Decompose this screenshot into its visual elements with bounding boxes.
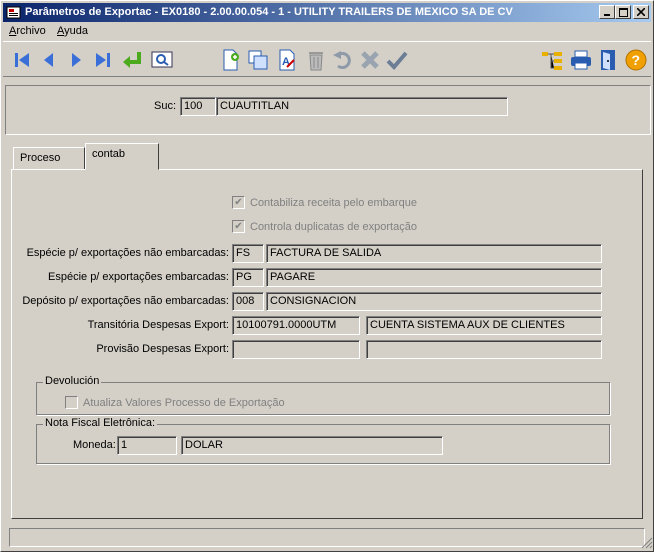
checkbox-checked-icon: ✔ — [232, 220, 245, 233]
print-button[interactable] — [568, 48, 594, 72]
close-icon — [637, 8, 645, 16]
search-icon — [151, 51, 173, 68]
undo-button[interactable] — [330, 48, 356, 72]
undo-icon — [333, 51, 351, 69]
deposito-nao-embarcadas-code[interactable]: 008 — [232, 292, 264, 311]
transitoria-despesas-label: Transitória Despesas Export: — [87, 319, 229, 331]
chk-atualiza-valores-label: Atualiza Valores Processo de Exportação — [83, 396, 285, 409]
deposito-nao-embarcadas-desc: CONSIGNACION — [266, 292, 602, 311]
moneda-label: Moneda: — [73, 439, 116, 451]
tree-button[interactable] — [539, 48, 565, 72]
minimize-button[interactable] — [599, 5, 615, 19]
delete-record-button[interactable] — [303, 48, 329, 72]
window-title: Parâmetros de Exportac - EX0180 - 2.00.0… — [25, 6, 513, 18]
tab-proceso[interactable]: Proceso — [13, 147, 85, 169]
goto-icon — [123, 52, 141, 68]
maximize-icon — [618, 7, 628, 17]
goto-button[interactable] — [119, 48, 145, 72]
resize-grip-icon[interactable] — [641, 537, 653, 549]
search-button[interactable] — [149, 48, 175, 72]
especie-embarcadas-label: Espécie p/ exportações embarcadas: — [48, 271, 229, 283]
provisao-despesas-desc — [366, 340, 602, 359]
first-record-button[interactable] — [9, 48, 35, 72]
maximize-button[interactable] — [615, 5, 631, 19]
chk-controla-duplicatas-label: Controla duplicatas de exportação — [250, 220, 417, 233]
copy-icon — [248, 50, 268, 70]
menu-archivo[interactable]: Archivo — [9, 25, 46, 37]
contab-tab-panel: ✔ Contabiliza receita pelo embarque ✔ Co… — [11, 169, 643, 519]
new-icon — [223, 49, 239, 71]
minimize-icon — [604, 14, 610, 16]
especie-nao-embarcadas-label: Espécie p/ exportações não embarcadas: — [26, 247, 229, 259]
exit-icon — [601, 50, 615, 70]
help-button[interactable]: ? — [623, 48, 649, 72]
close-button[interactable] — [633, 5, 649, 19]
suc-code-field[interactable]: 100 — [180, 97, 216, 116]
deposito-nao-embarcadas-label: Depósito p/ exportações não embarcadas: — [22, 295, 229, 307]
provisao-despesas-code[interactable] — [232, 340, 360, 359]
cancel-icon — [361, 51, 379, 69]
chk-controla-duplicatas[interactable]: ✔ Controla duplicatas de exportação — [232, 220, 417, 233]
checkbox-checked-icon: ✔ — [232, 196, 245, 209]
devolucion-group: Devolución Atualiza Valores Processo de … — [36, 375, 610, 415]
suc-label: Suc: — [154, 100, 177, 112]
help-glyph: ? — [632, 52, 641, 68]
last-icon — [96, 53, 110, 67]
especie-embarcadas-code[interactable]: PG — [232, 268, 264, 287]
especie-embarcadas-desc: PAGARE — [266, 268, 602, 287]
chk-contabiliza-receita-label: Contabiliza receita pelo embarque — [250, 196, 417, 209]
main-window: Parâmetros de Exportac - EX0180 - 2.00.0… — [0, 0, 654, 552]
nfe-group: Nota Fiscal Eletrônica: Moneda: 1 DOLAR — [36, 417, 610, 464]
moneda-name-field: DOLAR — [181, 436, 443, 455]
especie-nao-embarcadas-code[interactable]: FS — [232, 244, 264, 263]
transitoria-despesas-code[interactable]: 10100791.0000UTM — [232, 316, 360, 335]
help-icon: ? — [625, 49, 647, 71]
moneda-code-field[interactable]: 1 — [117, 436, 177, 455]
cancel-button[interactable] — [357, 48, 383, 72]
delete-icon — [309, 52, 323, 71]
tab-contab[interactable]: contab — [85, 143, 159, 170]
first-icon — [15, 53, 29, 67]
chk-contabiliza-receita[interactable]: ✔ Contabiliza receita pelo embarque — [232, 196, 417, 209]
status-bar — [9, 528, 645, 547]
confirm-button[interactable] — [384, 48, 410, 72]
chk-atualiza-valores[interactable]: Atualiza Valores Processo de Exportação — [65, 396, 285, 409]
prev-record-button[interactable] — [36, 48, 62, 72]
provisao-despesas-label: Provisão Despesas Export: — [96, 343, 229, 355]
toolbar: A ? — [3, 41, 651, 77]
copy-record-button[interactable] — [245, 48, 271, 72]
menu-bar: Archivo Ayuda — [3, 23, 651, 41]
nfe-title: Nota Fiscal Eletrônica: — [43, 417, 158, 429]
checkbox-unchecked-icon — [65, 396, 78, 409]
last-record-button[interactable] — [90, 48, 116, 72]
edit-record-button[interactable]: A — [274, 48, 300, 72]
title-bar[interactable]: Parâmetros de Exportac - EX0180 - 2.00.0… — [3, 3, 651, 22]
new-record-button[interactable] — [218, 48, 244, 72]
tree-icon — [542, 52, 562, 70]
suc-name-field: CUAUTITLAN — [216, 97, 508, 116]
transitoria-despesas-desc: CUENTA SISTEMA AUX DE CLIENTES — [366, 316, 602, 335]
especie-nao-embarcadas-desc: FACTURA DE SALIDA — [266, 244, 602, 263]
edit-icon: A — [279, 49, 295, 71]
devolucion-title: Devolución — [43, 375, 102, 387]
menu-ayuda[interactable]: Ayuda — [57, 25, 88, 37]
confirm-icon — [386, 51, 408, 70]
header-panel: Suc: 100 CUAUTITLAN — [5, 85, 651, 135]
next-icon — [72, 53, 81, 67]
app-icon — [6, 6, 21, 19]
next-record-button[interactable] — [63, 48, 89, 72]
exit-button[interactable] — [595, 48, 621, 72]
print-icon — [571, 50, 591, 70]
prev-icon — [44, 53, 53, 67]
